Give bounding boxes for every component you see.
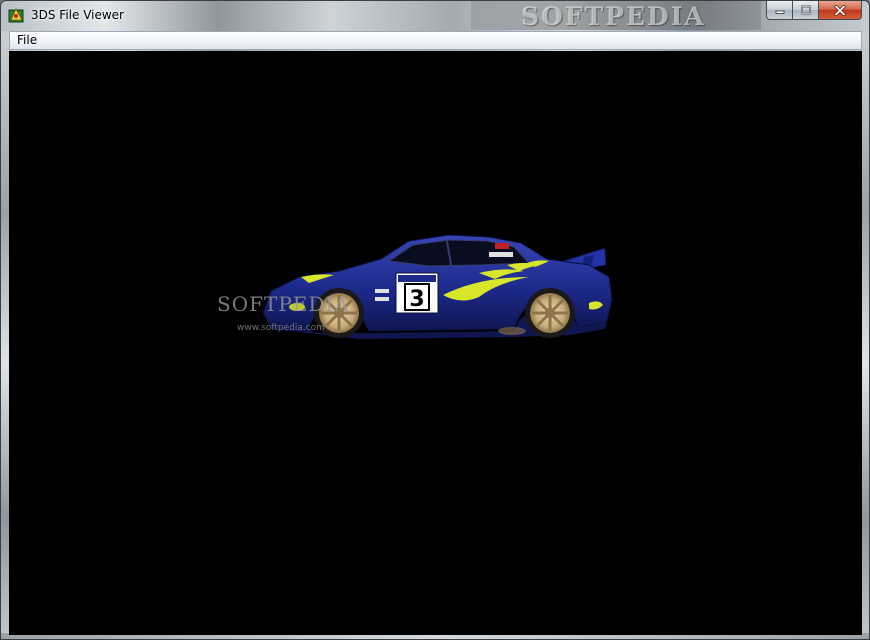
menu-file[interactable]: File [11, 32, 43, 49]
car-number: 3 [409, 287, 424, 312]
viewport-canvas[interactable]: 3 SOFTPEDIA www.softpedia.com [9, 51, 862, 635]
rear-wheel [525, 288, 575, 338]
title-watermark: SOFTPEDIA [471, 1, 761, 30]
caption-buttons [766, 1, 862, 20]
close-icon [834, 4, 846, 16]
minimize-icon [775, 10, 784, 14]
app-window: 3DS File Viewer SOFTPEDIA File 3 SOFTPED… [0, 0, 870, 640]
viewport-watermark-url: www.softpedia.com [237, 323, 325, 333]
menu-bar: File [9, 31, 862, 50]
maximize-icon [800, 5, 811, 15]
viewport-watermark: SOFTPEDIA [217, 292, 350, 316]
minimize-button[interactable] [766, 1, 792, 20]
window-frame-left[interactable] [1, 31, 9, 639]
window-title: 3DS File Viewer [31, 8, 124, 22]
title-watermark-text: SOFTPEDIA [521, 2, 706, 30]
window-frame-right[interactable] [861, 31, 869, 639]
3ds-app-icon [8, 8, 24, 23]
title-bar[interactable]: 3DS File Viewer SOFTPEDIA [1, 1, 869, 31]
close-button[interactable] [818, 1, 862, 20]
3d-viewport[interactable]: 3 SOFTPEDIA www.softpedia.com [9, 51, 862, 635]
app-icon[interactable] [8, 7, 25, 24]
maximize-button[interactable] [792, 1, 818, 20]
